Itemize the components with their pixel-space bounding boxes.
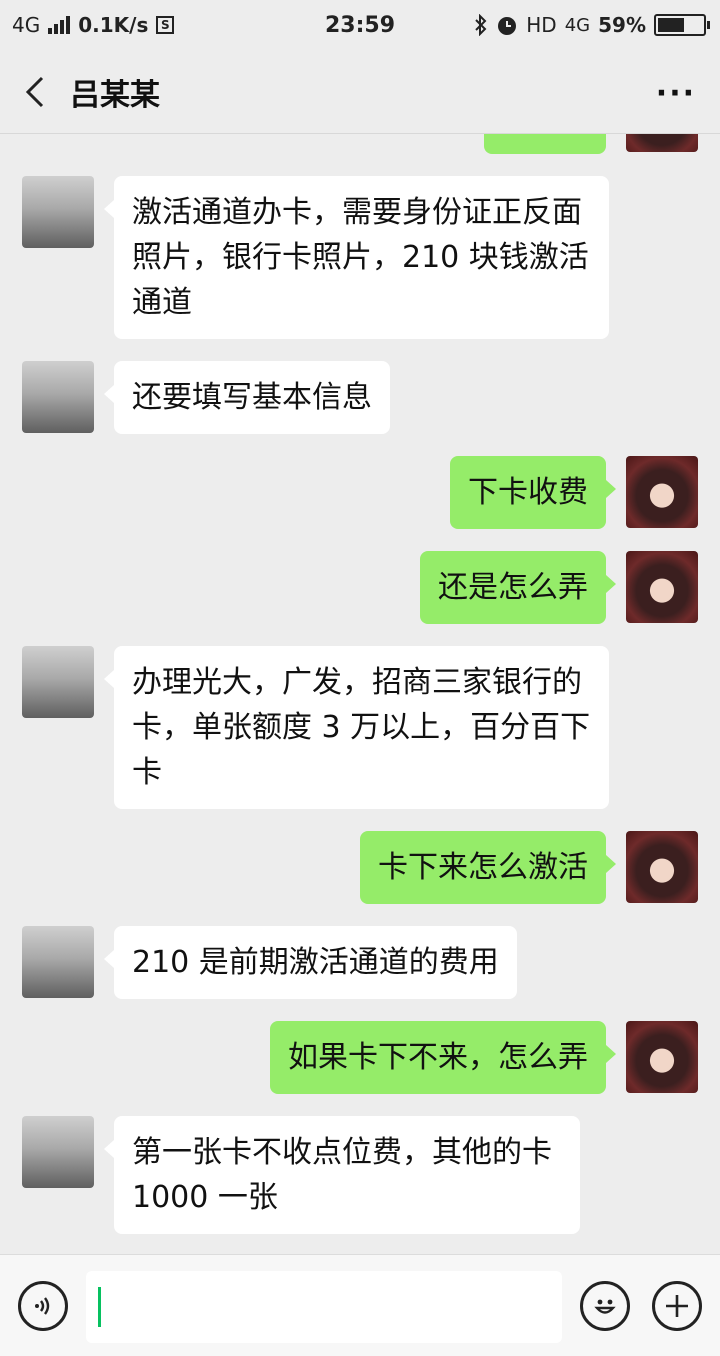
net-speed: 0.1K/s	[78, 13, 149, 37]
message-list: 激活通道办卡，需要身份证正反面照片，银行卡照片，210 块钱激活通道 还要填写基…	[0, 134, 720, 1254]
status-bar: 4G 0.1K/s S 23:59 HD 4G 59%	[0, 0, 720, 50]
text-caret	[98, 1287, 101, 1327]
message-bubble[interactable]: 第一张卡不收点位费，其他的卡 1000 一张	[104, 1116, 580, 1234]
partial-self-avatar	[626, 134, 698, 152]
plus-button[interactable]	[652, 1281, 702, 1331]
message-input[interactable]	[86, 1271, 562, 1343]
my-avatar[interactable]	[626, 831, 698, 903]
plus-icon	[666, 1295, 688, 1317]
network-type: 4G	[12, 13, 41, 37]
s-icon: S	[156, 16, 175, 34]
bluetooth-icon	[475, 14, 487, 36]
alarm-icon	[498, 17, 517, 35]
message-bubble[interactable]: 还是怎么弄	[420, 551, 616, 624]
battery-percent: 59%	[598, 13, 646, 37]
my-avatar[interactable]	[626, 1021, 698, 1093]
my-avatar[interactable]	[626, 456, 698, 528]
emoji-button[interactable]	[580, 1281, 630, 1331]
message-bubble[interactable]: 如果卡下不来，怎么弄	[270, 1021, 616, 1094]
network-type-2: 4G	[564, 14, 591, 36]
message-bubble[interactable]: 210 是前期激活通道的费用	[104, 926, 517, 999]
more-icon[interactable]: ···	[656, 76, 696, 111]
contact-avatar[interactable]	[22, 646, 94, 718]
back-chevron-icon	[25, 76, 44, 107]
message-bubble[interactable]: 办理光大，广发，招商三家银行的卡，单张额度 3 万以上，百分百下卡	[104, 646, 609, 809]
hd-label: HD	[526, 13, 557, 37]
contact-avatar[interactable]	[22, 176, 94, 248]
partial-self-bubble	[484, 134, 606, 154]
contact-avatar[interactable]	[22, 926, 94, 998]
battery-icon	[654, 14, 710, 36]
message-bubble[interactable]: 卡下来怎么激活	[360, 831, 616, 904]
input-bar	[0, 1254, 720, 1356]
chat-title: 吕某某	[70, 77, 160, 113]
signal-icon	[48, 16, 71, 34]
message-bubble[interactable]: 还要填写基本信息	[104, 361, 390, 434]
emoji-icon	[594, 1299, 616, 1314]
back-button[interactable]	[0, 50, 70, 134]
message-bubble[interactable]: 下卡收费	[450, 456, 616, 529]
voice-icon	[35, 1297, 50, 1315]
voice-button[interactable]	[18, 1281, 68, 1331]
contact-avatar[interactable]	[22, 1116, 94, 1188]
chat-header: 吕某某 ···	[0, 50, 720, 134]
my-avatar[interactable]	[626, 551, 698, 623]
contact-avatar[interactable]	[22, 361, 94, 433]
message-bubble[interactable]: 激活通道办卡，需要身份证正反面照片，银行卡照片，210 块钱激活通道	[104, 176, 609, 339]
